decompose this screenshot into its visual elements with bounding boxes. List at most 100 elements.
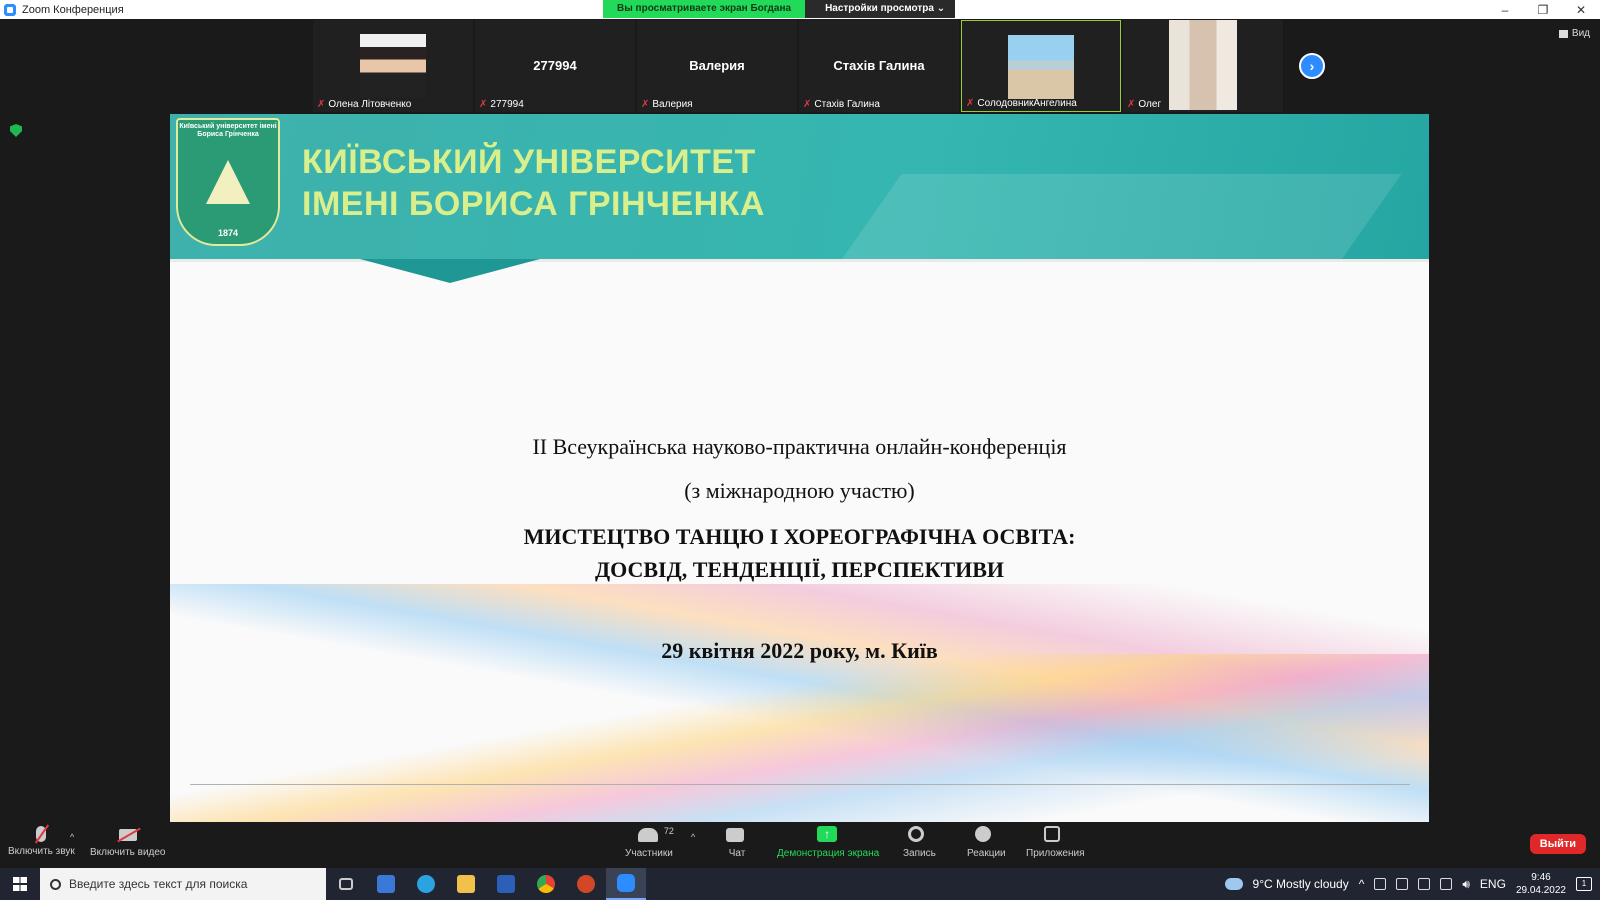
participant-label: ✗ Олена Літовченко [317, 99, 412, 110]
unmute-button[interactable]: Включить звук [8, 826, 75, 857]
clock-time: 9:46 [1531, 872, 1551, 883]
search-icon [50, 878, 61, 890]
weather-text[interactable]: 9°C Mostly cloudy [1253, 877, 1349, 891]
participant-label: ✗ Олег [1127, 99, 1162, 110]
store-icon [377, 875, 395, 893]
conference-type: ІІ Всеукраїнська науково-практична онлай… [532, 434, 1067, 459]
participant-tile-active-speaker[interactable]: ✗ СолодовникАнгелина [961, 20, 1121, 112]
participant-video [1008, 35, 1074, 99]
network-icon[interactable] [1374, 878, 1387, 890]
record-icon [908, 826, 925, 842]
mic-muted-icon: ✗ [1127, 99, 1136, 110]
start-button[interactable] [0, 868, 40, 900]
participant-label: ✗ 277994 [479, 99, 524, 110]
conference-title: МИСТЕЦТВО ТАНЦЮ І ХОРЕОГРАФІЧНА ОСВІТА: … [523, 524, 1076, 582]
share-screen-icon: ↑ [817, 826, 838, 842]
participant-tile[interactable]: 277994 ✗ 277994 [475, 20, 635, 112]
participant-display-name: Валерия [689, 58, 745, 73]
participant-tile[interactable]: Валерия ✗ Валерия [637, 20, 797, 112]
mic-muted-icon: ✗ [317, 99, 326, 110]
window-controls: – ❐ ✕ [1486, 0, 1600, 19]
volume-icon[interactable]: 🔊︎ [1462, 877, 1470, 892]
camera-off-icon [118, 829, 137, 841]
taskbar-chrome[interactable] [526, 868, 566, 900]
divider [190, 784, 1410, 785]
taskbar-telegram[interactable] [406, 868, 446, 900]
reactions-button[interactable]: Реакции [967, 826, 1006, 859]
university-name: КИЇВСЬКИЙ УНІВЕРСИТЕТ ІМЕНІ БОРИСА ГРІНЧ… [302, 143, 765, 223]
mic-muted-icon: ✗ [641, 99, 650, 110]
university-crest-logo: Київський університет імені Бориса Грінч… [176, 118, 280, 246]
chrome-icon [537, 875, 555, 893]
mic-muted-icon: ✗ [803, 99, 812, 110]
participant-label: ✗ Стахів Галина [803, 99, 880, 110]
participants-button[interactable]: 72 Участники [625, 826, 674, 859]
share-status-label: Вы просматриваете экран Богдана [603, 0, 806, 18]
slide-decoration [170, 654, 1429, 822]
mic-muted-icon: ✗ [966, 98, 975, 109]
participant-tile[interactable]: ✗ Олег [1123, 20, 1283, 112]
share-screen-button[interactable]: ↑ Демонстрация экрана [777, 826, 879, 859]
participants-options-chevron-icon[interactable]: ^ [691, 832, 695, 842]
view-button[interactable]: Вид [1558, 28, 1590, 39]
language-indicator[interactable]: ENG [1480, 877, 1506, 891]
chat-button[interactable]: Чат [726, 826, 748, 859]
restore-icon[interactable]: ❐ [1524, 0, 1562, 19]
participant-display-name: Стахів Галина [833, 58, 925, 73]
share-banner: Вы просматриваете экран Богдана Настройк… [603, 0, 956, 18]
apps-icon [1044, 826, 1061, 842]
taskbar-powerpoint[interactable] [566, 868, 606, 900]
grid-view-icon [1558, 29, 1568, 38]
microphone-icon[interactable] [1440, 878, 1453, 890]
book-emblem-icon [206, 160, 250, 204]
clock-date: 29.04.2022 [1515, 885, 1566, 896]
participant-video [360, 34, 426, 98]
system-tray: 9°C Mostly cloudy ^ 🔊︎ ENG 9:46 29.04.20… [1224, 868, 1600, 900]
crest-year: 1874 [217, 228, 239, 238]
tray-expand-chevron-icon[interactable]: ^ [1359, 877, 1365, 891]
participants-count: 72 [663, 826, 674, 836]
slide-body: ІІ Всеукраїнська науково-практична онлай… [170, 434, 1429, 664]
display-icon[interactable] [1418, 878, 1431, 890]
next-page-arrow-icon[interactable]: › [1299, 53, 1325, 79]
word-icon [497, 875, 515, 893]
microphone-muted-icon [36, 826, 47, 842]
view-settings-menu[interactable]: Настройки просмотра ⌄ [805, 0, 956, 18]
participants-icon [637, 828, 658, 842]
folder-icon [457, 875, 475, 893]
weather-cloud-icon [1224, 878, 1243, 890]
windows-logo-icon [13, 877, 27, 891]
minimize-icon[interactable]: – [1486, 0, 1524, 19]
task-view-button[interactable] [326, 868, 366, 900]
mic-muted-icon: ✗ [479, 99, 488, 110]
audio-options-chevron-icon[interactable]: ^ [70, 832, 74, 842]
apps-button[interactable]: Приложения [1026, 826, 1085, 859]
zoom-icon [617, 874, 635, 892]
security-shield-icon[interactable] [10, 124, 22, 137]
taskbar-zoom[interactable] [606, 868, 646, 900]
start-video-button[interactable]: Включить видео [90, 826, 166, 858]
taskbar-explorer[interactable] [446, 868, 486, 900]
conference-participation: (з міжнародною участю) [684, 478, 915, 503]
taskbar-search-input[interactable]: Введите здесь текст для поиска [40, 868, 326, 900]
title-bar: Zoom Конференция Вы просматриваете экран… [0, 0, 1600, 19]
participant-strip: ✗ Олена Літовченко 277994 ✗ 277994 Валерия… [313, 20, 1283, 112]
smile-icon [975, 826, 992, 842]
taskbar-store[interactable] [366, 868, 406, 900]
search-placeholder: Введите здесь текст для поиска [69, 877, 248, 891]
onedrive-icon[interactable] [1396, 878, 1409, 890]
zoom-app-icon [4, 3, 16, 16]
powerpoint-icon [577, 875, 595, 893]
telegram-icon [417, 875, 435, 893]
taskbar-word[interactable] [486, 868, 526, 900]
close-icon[interactable]: ✕ [1562, 0, 1600, 19]
participant-tile[interactable]: Стахів Галина ✗ Стахів Галина [799, 20, 959, 112]
participant-tile[interactable]: ✗ Олена Літовченко [313, 20, 473, 112]
chat-icon [726, 828, 744, 842]
participant-label: ✗ Валерия [641, 99, 693, 110]
leave-button[interactable]: Выйти [1529, 834, 1586, 854]
view-button-label: Вид [1571, 28, 1590, 39]
notifications-icon[interactable]: 1 [1576, 877, 1592, 891]
record-button[interactable]: Запись [903, 826, 936, 859]
clock[interactable]: 9:46 29.04.2022 [1516, 871, 1566, 897]
